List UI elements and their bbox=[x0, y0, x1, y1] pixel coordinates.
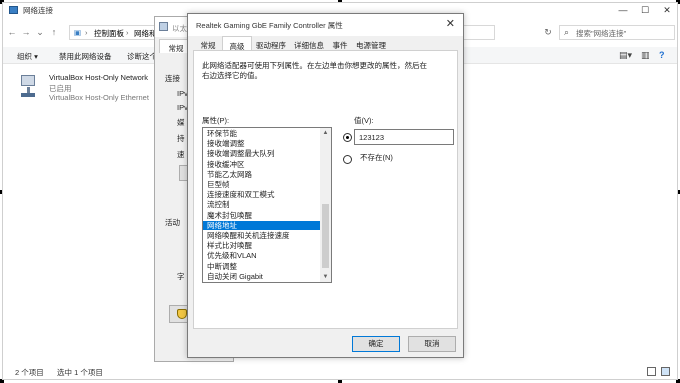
window-title: 网络连接 bbox=[23, 6, 53, 15]
adapter-properties-dialog: Realtek Gaming GbE Family Controller 属性 … bbox=[187, 13, 464, 358]
ok-button[interactable]: 确定 bbox=[352, 336, 400, 352]
large-icons-view-icon[interactable] bbox=[661, 367, 670, 376]
property-list[interactable]: 环保节能 接收端调整 接收端调整最大队列 接收缓冲区 节能乙太网路 巨型帧 连接速度和双工模… bbox=[202, 127, 332, 283]
status-bar: 2 个项目 选中 1 个项目 bbox=[3, 365, 677, 379]
forward-icon[interactable]: → bbox=[21, 26, 31, 38]
search-placeholder: 搜索"网络连接" bbox=[576, 29, 627, 38]
advanced-panel: 此网络适配器可使用下列属性。在左边单击你想更改的属性，然后在右边选择它的值。 属… bbox=[193, 50, 458, 329]
property-list-item[interactable]: 网络唤醒和关机连接速度 bbox=[203, 231, 320, 241]
property-list-item[interactable]: 接收端调整 bbox=[203, 139, 320, 149]
value-input[interactable]: 123123 bbox=[354, 129, 454, 145]
property-list-item[interactable]: 环保节能 bbox=[203, 129, 320, 139]
property-list-item[interactable]: 优先级和VLAN bbox=[203, 251, 320, 261]
connection-label: 连接 bbox=[165, 74, 180, 83]
speed-label: 速 bbox=[177, 150, 185, 159]
details-view-icon[interactable] bbox=[647, 367, 656, 376]
not-present-radio[interactable] bbox=[343, 155, 352, 164]
property-list-item[interactable]: 魔术封包唤醒 bbox=[203, 211, 320, 221]
search-icon: ⌕ bbox=[564, 27, 570, 37]
property-list-item[interactable]: 样式比对唤醒 bbox=[203, 241, 320, 251]
scroll-up-icon[interactable]: ▲ bbox=[320, 128, 331, 138]
minimize-icon[interactable]: — bbox=[613, 3, 633, 17]
duration-label: 持 bbox=[177, 134, 185, 143]
list-scrollbar[interactable]: ▲ ▼ bbox=[320, 128, 331, 282]
not-present-label: 不存在(N) bbox=[360, 153, 393, 162]
adapter-device: VirtualBox Host-Only Ethernet bbox=[49, 93, 149, 102]
diagnose-button[interactable]: 诊断这个 bbox=[127, 51, 157, 62]
property-list-item[interactable]: 中断调整 bbox=[203, 262, 320, 272]
network-folder-icon bbox=[9, 6, 18, 14]
help-icon[interactable]: ? bbox=[659, 50, 665, 60]
folder-icon: ▣ bbox=[74, 28, 82, 37]
property-list-item[interactable]: 节能乙太网路 bbox=[203, 170, 320, 180]
item-count: 2 个项目 bbox=[15, 368, 44, 377]
property-list-item[interactable]: 连接速度和双工模式 bbox=[203, 190, 320, 200]
dialog-title: Realtek Gaming GbE Family Controller 属性 bbox=[196, 21, 343, 30]
property-label: 属性(P): bbox=[202, 116, 230, 125]
network-adapter-icon bbox=[17, 75, 39, 99]
dialog-title: 以太 bbox=[172, 24, 187, 33]
chevron-right-icon: › bbox=[85, 28, 88, 37]
close-icon[interactable]: ✕ bbox=[657, 3, 677, 17]
change-view-icon[interactable]: ▤▾ bbox=[619, 50, 632, 61]
value-radio[interactable] bbox=[343, 133, 352, 142]
property-list-item[interactable]: 接收端调整最大队列 bbox=[203, 149, 320, 159]
refresh-icon[interactable]: ↻ bbox=[543, 26, 553, 38]
selected-count: 选中 1 个项目 bbox=[57, 368, 103, 377]
preview-pane-icon[interactable]: ▥ bbox=[641, 50, 650, 61]
network-icon bbox=[159, 22, 168, 31]
property-list-item[interactable]: 巨型帧 bbox=[203, 180, 320, 190]
maximize-icon[interactable]: ☐ bbox=[635, 3, 655, 17]
tab-advanced[interactable]: 高级 bbox=[222, 36, 252, 51]
tab-general[interactable]: 常规 bbox=[159, 39, 189, 53]
dialog-title-bar: Realtek Gaming GbE Family Controller 属性 … bbox=[188, 14, 463, 36]
close-icon[interactable]: ✕ bbox=[446, 17, 455, 30]
value-label: 值(V): bbox=[354, 116, 374, 125]
uac-shield-icon bbox=[177, 309, 187, 319]
description-text: 此网络适配器可使用下列属性。在左边单击你想更改的属性，然后在右边选择它的值。 bbox=[202, 61, 427, 80]
scroll-down-icon[interactable]: ▼ bbox=[320, 272, 331, 282]
activity-label: 活动 bbox=[165, 218, 180, 227]
up-icon[interactable]: ↑ bbox=[49, 26, 59, 38]
property-list-item[interactable]: 网络地址 bbox=[203, 220, 320, 231]
property-list-item[interactable]: 流控制 bbox=[203, 200, 320, 210]
media-label: 媒 bbox=[177, 118, 185, 127]
recent-dropdown-icon[interactable]: ⌄ bbox=[35, 26, 45, 38]
adapter-item[interactable]: VirtualBox Host-Only Network 已启用 Virtual… bbox=[17, 73, 167, 107]
bytes-label: 字 bbox=[177, 272, 185, 281]
property-list-item[interactable]: 接收缓冲区 bbox=[203, 160, 320, 170]
chevron-right-icon: › bbox=[126, 28, 129, 37]
breadcrumb-control-panel[interactable]: 控制面板 bbox=[94, 28, 124, 39]
disable-device-button[interactable]: 禁用此网络设备 bbox=[59, 51, 112, 62]
search-input[interactable]: ⌕ 搜索"网络连接" bbox=[559, 25, 675, 40]
organize-menu[interactable]: 组织 ▾ bbox=[17, 51, 38, 62]
back-icon[interactable]: ← bbox=[7, 26, 17, 38]
cancel-button[interactable]: 取消 bbox=[408, 336, 456, 352]
adapter-name: VirtualBox Host-Only Network bbox=[49, 73, 149, 82]
scroll-thumb[interactable] bbox=[322, 204, 329, 268]
property-list-item[interactable]: 自动关闭 Gigabit bbox=[203, 272, 320, 282]
